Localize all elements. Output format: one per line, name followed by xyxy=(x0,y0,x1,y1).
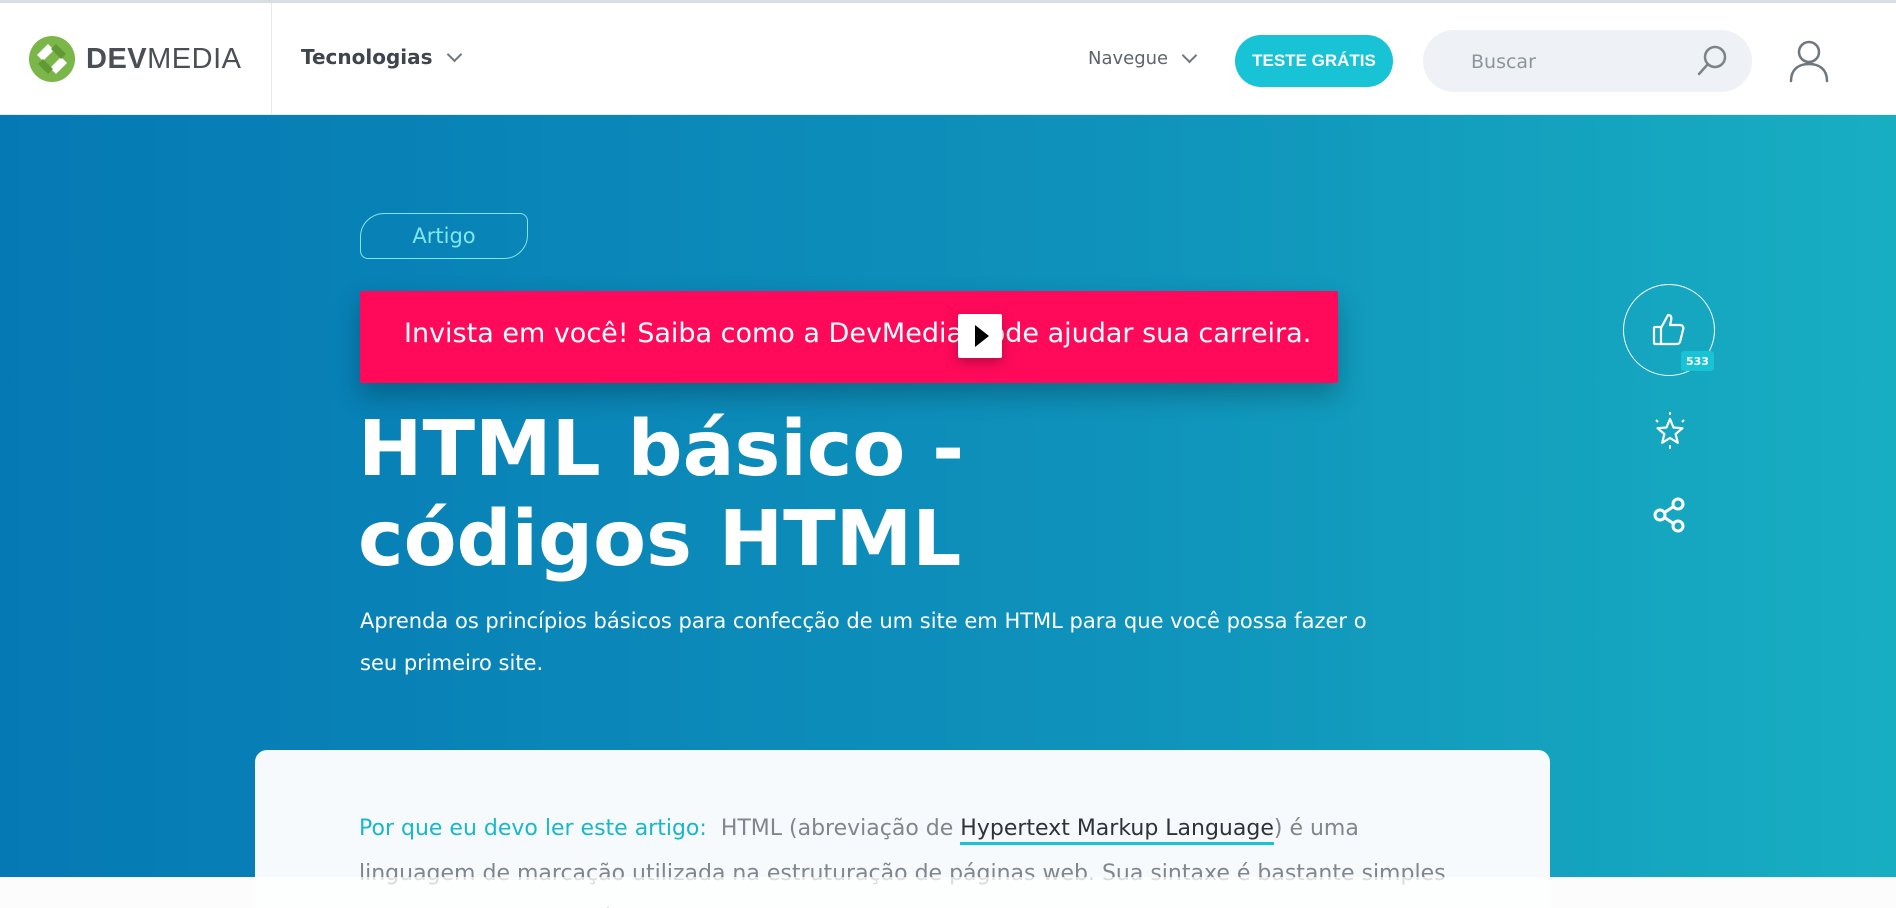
nav-tecnologias[interactable]: Tecnologias xyxy=(301,45,462,69)
nav-tecnologias-label: Tecnologias xyxy=(301,45,433,69)
promo-banner-text: Invista em você! Saiba como a DevMedia p… xyxy=(404,318,1312,349)
teste-gratis-button[interactable]: TESTE GRÁTIS xyxy=(1235,35,1393,87)
chevron-down-icon xyxy=(446,46,462,62)
promo-banner[interactable]: Invista em você! Saiba como a DevMedia p… xyxy=(360,291,1338,383)
search-box xyxy=(1423,30,1752,92)
logo-text: DEVMEDIA xyxy=(86,42,242,75)
star-icon[interactable] xyxy=(1650,411,1690,451)
top-navbar: DEVMEDIA Tecnologias Navegue TESTE GRÁTI… xyxy=(0,0,1896,115)
search-icon[interactable] xyxy=(1694,43,1730,79)
article-type-tag[interactable]: Artigo xyxy=(360,213,528,259)
play-arrow-icon[interactable] xyxy=(958,314,1002,358)
chevron-down-icon xyxy=(1181,47,1198,64)
thumbs-up-icon xyxy=(1652,313,1685,346)
nav-navegue-label: Navegue xyxy=(1088,48,1169,69)
page-title: HTML básico - códigos HTML xyxy=(358,405,965,584)
like-count-badge: 533 xyxy=(1681,351,1714,371)
nav-navegue[interactable]: Navegue xyxy=(1088,47,1198,69)
page-subtitle: Aprenda os princípios básicos para confe… xyxy=(360,609,1367,675)
share-icon[interactable] xyxy=(1650,495,1690,535)
header-divider xyxy=(271,3,272,115)
article-intro-text: HTML (abreviação de xyxy=(720,816,961,841)
glossary-term-link[interactable]: Hypertext Markup Language xyxy=(960,816,1274,845)
search-input[interactable] xyxy=(1469,46,1693,78)
article-lead-label: Por que eu devo ler este artigo: xyxy=(359,816,707,841)
user-icon[interactable] xyxy=(1788,39,1830,83)
page-bottom-overlay xyxy=(0,877,1896,908)
devmedia-logo[interactable]: DEVMEDIA xyxy=(28,34,241,84)
devmedia-logo-icon xyxy=(29,36,75,82)
